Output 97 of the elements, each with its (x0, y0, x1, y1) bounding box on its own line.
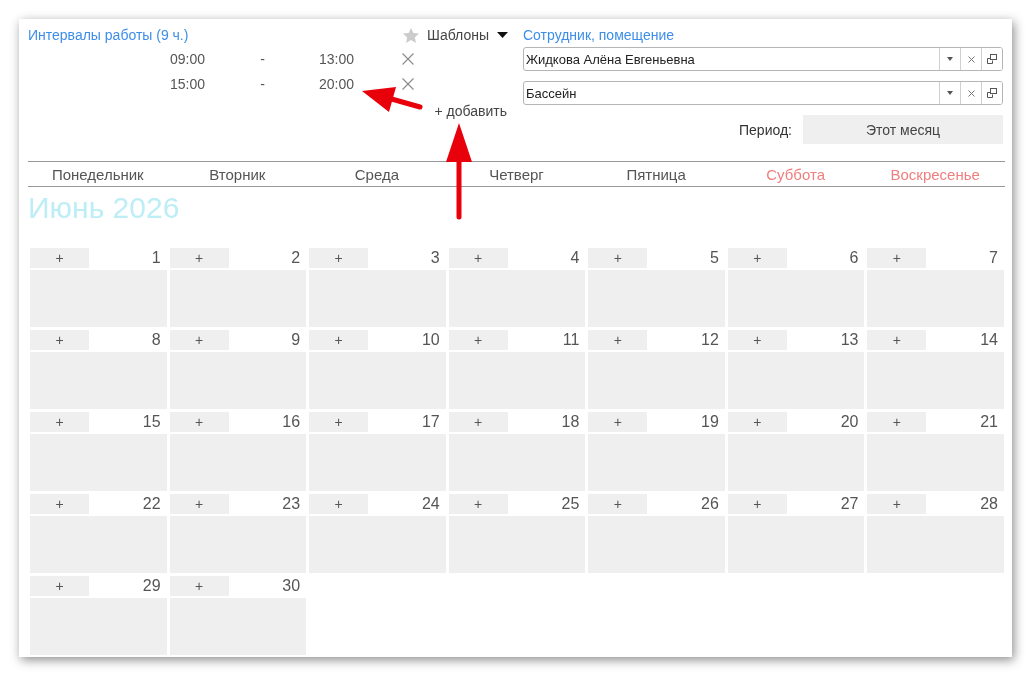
annotation-arrow (362, 87, 423, 112)
add-button[interactable]: + (169, 576, 229, 596)
add-button[interactable]: + (169, 494, 229, 514)
section-title: Сотрудник, помещение (523, 27, 675, 43)
add-button[interactable]: + (727, 494, 787, 514)
templates-button[interactable]: Шаблоны (403, 27, 508, 43)
day-number: 29 (142, 576, 162, 595)
weekday-label: Вторник (209, 165, 266, 183)
section-title: Интервалы работы (9 ч.) (28, 27, 189, 43)
close-icon (967, 55, 975, 63)
day-number: 13 (840, 330, 860, 349)
day-number: 15 (142, 412, 162, 431)
add-button[interactable]: + (30, 412, 89, 432)
day-number: 27 (840, 494, 860, 513)
add-button[interactable]: + (309, 412, 369, 432)
star-icon (403, 27, 420, 43)
add-button[interactable]: + (588, 494, 648, 514)
day-number: 19 (701, 412, 720, 431)
caret-icon (497, 32, 508, 38)
period-label: Период: (739, 121, 792, 138)
day-number: 21 (980, 412, 999, 431)
add-button[interactable]: + (448, 494, 508, 514)
close-icon (402, 77, 414, 90)
day-number: 2 (291, 248, 302, 267)
day-number: 14 (980, 330, 999, 349)
add-button[interactable]: + (727, 330, 787, 350)
start-time: 15:00 (170, 75, 206, 92)
weekday-label: Среда (354, 165, 400, 183)
start-time: 09:00 (170, 50, 206, 67)
day-number: 9 (291, 330, 302, 349)
day-number: 30 (282, 576, 302, 595)
combo-box[interactable]: Бассейн (523, 81, 1003, 105)
add-button[interactable]: + (727, 412, 787, 432)
time-separator: - (259, 50, 266, 67)
day-number: 5 (709, 248, 720, 267)
copy-icon (987, 88, 997, 98)
input-field[interactable]: Жидкова Алёна Евгеньевна (524, 48, 939, 70)
weekday-label: Суббота (766, 165, 825, 183)
period-button[interactable]: Этот месяц (803, 115, 1003, 144)
day-number: 8 (151, 330, 162, 349)
add-button[interactable]: + (30, 248, 89, 268)
day-number: 11 (562, 330, 581, 349)
day-number: 28 (980, 494, 999, 513)
day-number: 24 (421, 494, 441, 513)
add-button[interactable]: + (30, 576, 89, 596)
add-button[interactable]: + (588, 248, 648, 268)
add-button[interactable]: + (448, 330, 508, 350)
close-icon (967, 89, 975, 97)
day-number: 25 (561, 494, 581, 513)
add-button[interactable]: + (448, 248, 508, 268)
day-number: 6 (849, 248, 860, 267)
day-number: 17 (421, 412, 441, 431)
day-number: 20 (840, 412, 860, 431)
add-button[interactable]: + (867, 412, 927, 432)
input-field[interactable]: Бассейн (524, 82, 939, 104)
time-separator: - (259, 75, 266, 92)
open-button[interactable] (981, 82, 1002, 104)
add-button[interactable]: + (309, 494, 369, 514)
weekday-label: Воскресенье (890, 165, 980, 183)
add-button[interactable]: + (30, 494, 89, 514)
add-button[interactable]: + (588, 412, 648, 432)
add-button[interactable]: + (30, 330, 89, 350)
copy-icon (987, 54, 997, 64)
weekday-label: Понедельник (51, 165, 144, 183)
day-number: 7 (989, 248, 999, 267)
add-button[interactable]: + (867, 330, 927, 350)
open-button[interactable] (981, 48, 1002, 70)
add-button[interactable]: + (867, 494, 927, 514)
day-number: 23 (282, 494, 302, 513)
add-button[interactable]: + (727, 248, 787, 268)
add-button[interactable]: + (867, 248, 927, 268)
day-number: 12 (701, 330, 720, 349)
day-number: 16 (282, 412, 302, 431)
weekday-label: Пятница (626, 165, 686, 183)
day-number: 22 (142, 494, 162, 513)
combo-box[interactable]: Жидкова Алёна Евгеньевна (523, 47, 1003, 71)
add-button[interactable]: + (169, 248, 229, 268)
add-button[interactable]: + (169, 412, 229, 432)
caret-icon (947, 91, 953, 95)
caret-icon (947, 57, 953, 61)
add-button[interactable]: + (588, 330, 648, 350)
add-interval-link[interactable]: + добавить (434, 103, 507, 119)
day-number: 10 (421, 330, 441, 349)
add-button[interactable]: + (309, 330, 369, 350)
add-button[interactable]: + (448, 412, 508, 432)
add-button[interactable]: + (169, 330, 229, 350)
end-time: 20:00 (319, 75, 356, 92)
day-number: 3 (430, 248, 441, 267)
day-number: 26 (701, 494, 720, 513)
month-title: Июнь 2026 (28, 191, 180, 225)
day-number: 4 (570, 248, 581, 267)
day-number: 18 (561, 412, 581, 431)
end-time: 13:00 (319, 50, 356, 67)
add-button[interactable]: + (309, 248, 369, 268)
weekday-label: Четверг (489, 165, 544, 183)
close-icon (402, 52, 414, 65)
day-number: 1 (151, 248, 162, 267)
